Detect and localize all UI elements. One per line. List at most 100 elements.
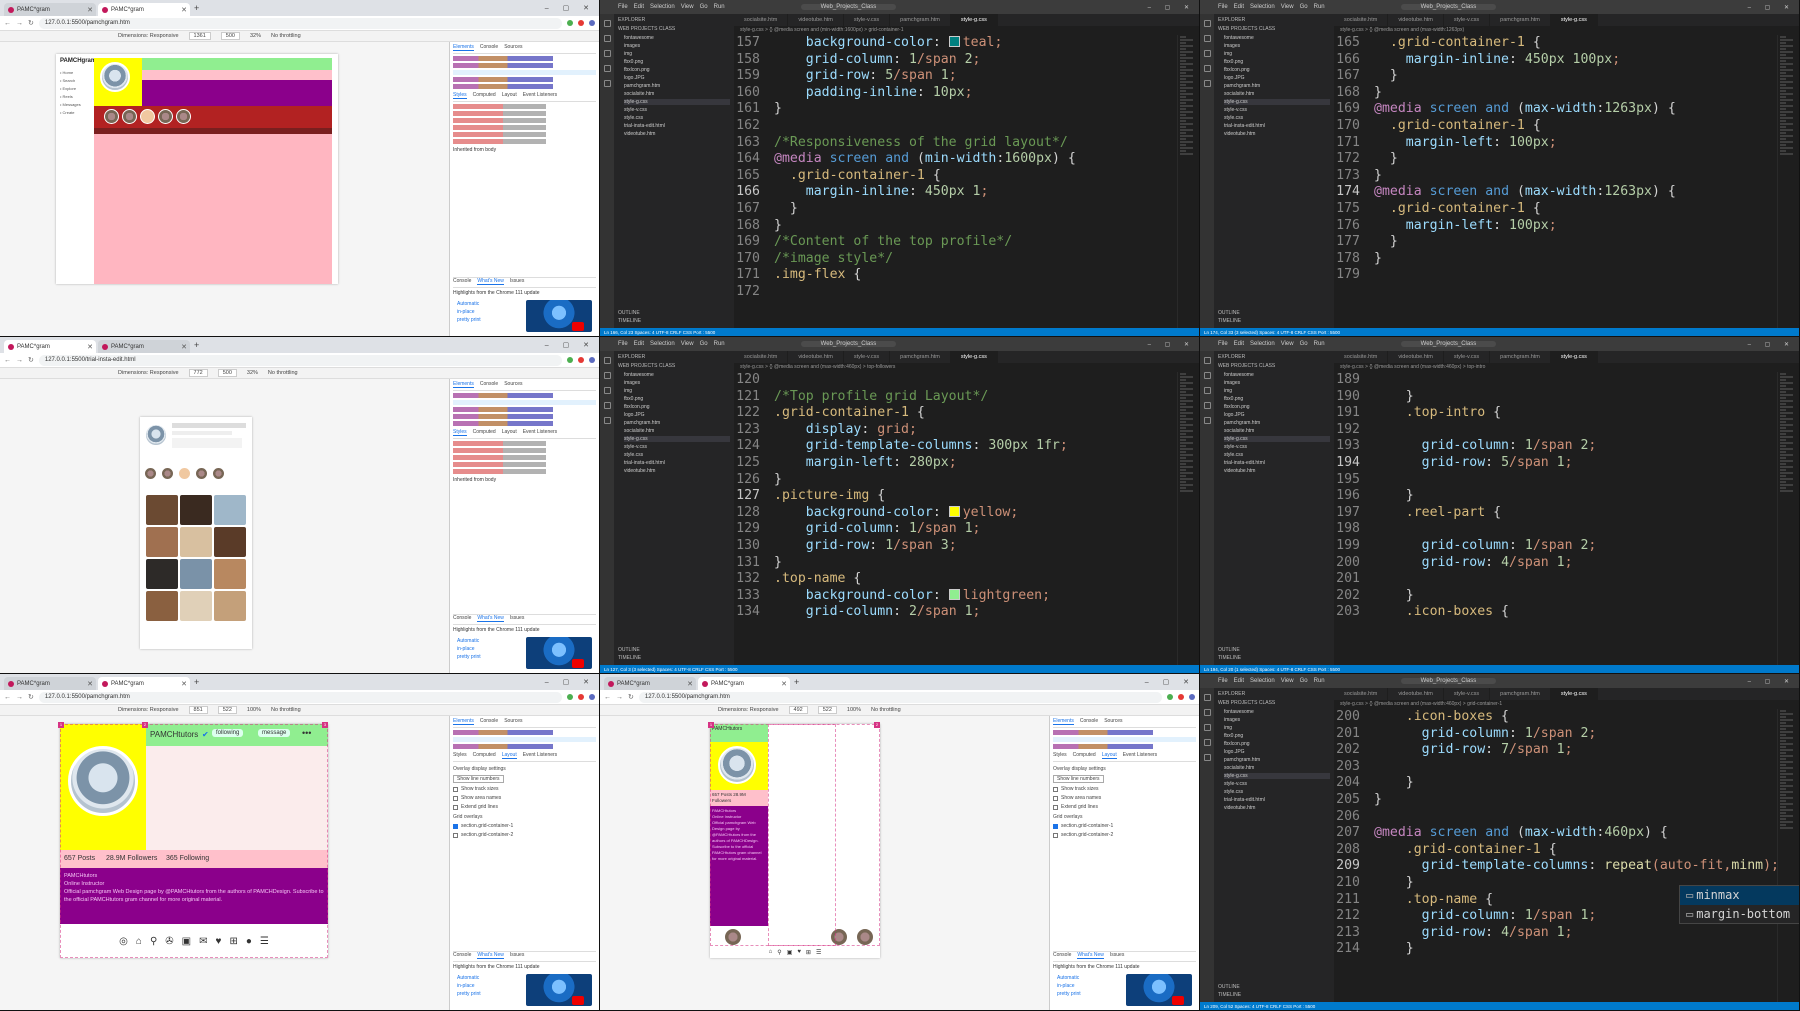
code-editor[interactable]: 120 121 /*Top profile grid Layout*/ 122 .gri… bbox=[734, 372, 1199, 665]
tab-elements[interactable]: Elements bbox=[1053, 718, 1074, 725]
code-line[interactable]: 203 .icon-boxes { bbox=[1334, 604, 1799, 621]
tab-elements[interactable]: Elements bbox=[453, 381, 474, 388]
folder-item[interactable]: img bbox=[1224, 388, 1330, 394]
line-numbers-select[interactable]: Show line numbers bbox=[1053, 775, 1104, 783]
explorer-icon[interactable] bbox=[1203, 357, 1211, 364]
file-item[interactable]: style-g.css bbox=[624, 99, 730, 105]
code-line[interactable]: 169 /*Content of the top profile*/ bbox=[734, 234, 1199, 251]
file-item[interactable]: trial-insta-edit.html bbox=[624, 123, 730, 129]
file-item[interactable]: trial-insta-edit.html bbox=[1224, 123, 1330, 129]
file-item[interactable]: style-v.css bbox=[1224, 444, 1330, 450]
code-line[interactable]: 195 bbox=[1334, 472, 1799, 489]
code-line[interactable]: 125 margin-left: 280px; bbox=[734, 455, 1199, 472]
code-line[interactable]: 126} bbox=[734, 472, 1199, 489]
browser-tab-active[interactable]: PAMC*gram ✕ bbox=[98, 677, 190, 690]
profile-icon[interactable] bbox=[1189, 694, 1195, 700]
file-item[interactable]: socialsite.htm bbox=[624, 91, 730, 97]
file-item[interactable]: videotube.htm bbox=[1224, 468, 1330, 474]
tab-console[interactable]: Console bbox=[1080, 718, 1098, 725]
tab-elements[interactable]: Elements bbox=[453, 44, 474, 51]
search-icon[interactable] bbox=[603, 372, 611, 379]
reload-icon[interactable]: ↻ bbox=[28, 356, 34, 364]
code-line[interactable]: 157 background-color: teal; bbox=[734, 35, 1199, 52]
code-line[interactable]: 124 grid-template-columns: 300px 1fr; bbox=[734, 438, 1199, 455]
code-line[interactable]: 200 grid-row: 4/span 1; bbox=[1334, 555, 1799, 572]
file-item[interactable]: style.css bbox=[624, 452, 730, 458]
code-line[interactable]: 207 @media screen and (max-width:460px) { bbox=[1334, 825, 1799, 842]
explorer-icon[interactable] bbox=[1203, 20, 1211, 27]
back-icon[interactable]: ← bbox=[4, 357, 11, 364]
file-item[interactable]: pamchgram.htm bbox=[624, 420, 730, 426]
profile-icon[interactable] bbox=[589, 20, 595, 26]
window-controls[interactable]: – ▢ ✕ bbox=[545, 678, 595, 686]
folder-item[interactable]: fontawesome bbox=[1224, 35, 1330, 41]
tab-sources[interactable]: Sources bbox=[504, 44, 522, 51]
code-line[interactable]: 202 } bbox=[1334, 588, 1799, 605]
profile-icon[interactable] bbox=[589, 694, 595, 700]
new-tab-icon[interactable]: + bbox=[794, 677, 799, 687]
reload-icon[interactable]: ↻ bbox=[28, 693, 34, 701]
breadcrumb[interactable]: style-g.css > {} @media screen and (max-… bbox=[1334, 700, 1799, 709]
code-line[interactable]: 171 margin-left: 100px; bbox=[1334, 135, 1799, 152]
forward-icon[interactable]: → bbox=[16, 20, 23, 27]
suggestion-item[interactable]: ▭ margin-bottom bbox=[1680, 905, 1799, 924]
video-icon[interactable]: ▣ bbox=[787, 949, 793, 956]
code-line[interactable]: 190 } bbox=[1334, 389, 1799, 406]
forward-icon[interactable]: → bbox=[16, 694, 23, 701]
file-item[interactable]: pamchgram.htm bbox=[1224, 83, 1330, 89]
file-item[interactable]: pamchgram.htm bbox=[1224, 420, 1330, 426]
close-icon[interactable]: ✕ bbox=[181, 343, 187, 351]
reload-icon[interactable]: ↻ bbox=[628, 693, 634, 701]
file-item[interactable]: style-g.css bbox=[1224, 99, 1330, 105]
file-item[interactable]: logo.JPG bbox=[1224, 75, 1330, 81]
file-item[interactable]: fbx0.png bbox=[624, 396, 730, 402]
folder-item[interactable]: img bbox=[624, 388, 730, 394]
file-item[interactable]: socialsite.htm bbox=[624, 428, 730, 434]
extension-icon[interactable] bbox=[1178, 694, 1184, 700]
tab-sources[interactable]: Sources bbox=[504, 718, 522, 725]
command-center[interactable]: Web_Projects_Class bbox=[800, 341, 897, 347]
code-line[interactable]: 201 grid-column: 1/span 2; bbox=[1334, 726, 1799, 743]
folder-item[interactable]: images bbox=[624, 43, 730, 49]
close-icon[interactable]: ✕ bbox=[181, 680, 187, 688]
window-controls[interactable]: – ▢ ✕ bbox=[1748, 341, 1795, 348]
code-line[interactable]: 194 grid-row: 5/span 1; bbox=[1334, 455, 1799, 472]
file-item[interactable]: style.css bbox=[1224, 452, 1330, 458]
code-line[interactable]: 163 /*Responsiveness of the grid layout*/ bbox=[734, 135, 1199, 152]
code-line[interactable]: 172 bbox=[734, 284, 1199, 301]
code-editor[interactable]: 157 background-color: teal; 158 grid-colu… bbox=[734, 35, 1199, 328]
code-line[interactable]: 201 bbox=[1334, 571, 1799, 588]
code-line[interactable]: 196 } bbox=[1334, 488, 1799, 505]
folder-item[interactable]: fontawesome bbox=[624, 372, 730, 378]
file-item[interactable]: style-v.css bbox=[624, 107, 730, 113]
code-line[interactable]: 205} bbox=[1334, 792, 1799, 809]
code-line[interactable]: 159 grid-row: 5/span 1; bbox=[734, 68, 1199, 85]
code-line[interactable]: 129 grid-column: 1/span 1; bbox=[734, 521, 1199, 538]
breadcrumb[interactable]: style-g.css > {} @media screen and (max-… bbox=[1334, 26, 1799, 35]
play-icon[interactable] bbox=[572, 996, 584, 1005]
file-item[interactable]: style-g.css bbox=[1224, 773, 1330, 779]
file-item[interactable]: style-v.css bbox=[1224, 107, 1330, 113]
code-line[interactable]: 178} bbox=[1334, 251, 1799, 268]
play-icon[interactable] bbox=[572, 659, 584, 668]
file-item[interactable]: fbxlcon.png bbox=[624, 404, 730, 410]
home-icon[interactable]: ⌂ bbox=[769, 949, 773, 955]
file-item[interactable]: videotube.htm bbox=[1224, 805, 1330, 811]
folder-item[interactable]: images bbox=[624, 380, 730, 386]
play-icon[interactable] bbox=[1172, 996, 1184, 1005]
source-control-icon[interactable] bbox=[603, 387, 611, 394]
code-line[interactable]: 192 bbox=[1334, 422, 1799, 439]
file-item[interactable]: logo.JPG bbox=[624, 75, 730, 81]
file-item[interactable]: pamchgram.htm bbox=[1224, 757, 1330, 763]
code-line[interactable]: 171 .img-flex { bbox=[734, 267, 1199, 284]
code-line[interactable]: 168} bbox=[1334, 85, 1799, 102]
folder-item[interactable]: img bbox=[1224, 51, 1330, 57]
source-control-icon[interactable] bbox=[603, 50, 611, 57]
window-controls[interactable]: – ▢ ✕ bbox=[1748, 678, 1795, 685]
extensions-icon[interactable] bbox=[603, 80, 611, 87]
explorer-icon[interactable] bbox=[603, 357, 611, 364]
extensions-icon[interactable] bbox=[1203, 80, 1211, 87]
close-icon[interactable]: ✕ bbox=[87, 343, 93, 351]
file-item[interactable]: style-v.css bbox=[624, 444, 730, 450]
code-line[interactable]: 122 .grid-container-1 { bbox=[734, 405, 1199, 422]
